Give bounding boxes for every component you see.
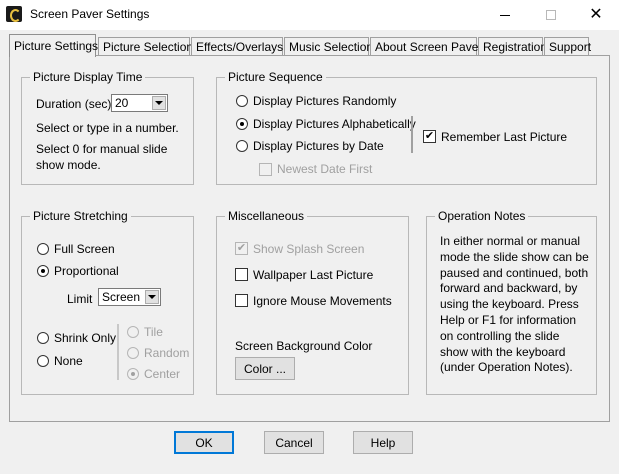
show-splash-screen-label: Show Splash Screen <box>253 242 365 256</box>
check-mark-icon: ✔ <box>236 242 247 254</box>
close-button[interactable]: ✕ <box>573 0 619 30</box>
wallpaper-last-picture-label[interactable]: Wallpaper Last Picture <box>253 268 373 282</box>
screen-background-color-label: Screen Background Color <box>235 339 373 353</box>
newest-date-first-checkbox <box>259 163 272 176</box>
duration-value: 20 <box>115 96 129 110</box>
wallpaper-last-picture-checkbox[interactable] <box>235 268 248 281</box>
help-button[interactable]: Help <box>353 431 413 454</box>
radio-full-screen[interactable] <box>37 243 49 255</box>
group-title: Miscellaneous <box>225 209 308 223</box>
radio-tile-label: Tile <box>144 325 163 339</box>
ignore-mouse-movements-checkbox[interactable] <box>235 294 248 307</box>
operation-notes-text: In either normal or manual mode the slid… <box>440 234 589 375</box>
maximize-button <box>528 0 574 30</box>
minimize-icon <box>500 14 510 16</box>
tab-support[interactable]: Support <box>544 37 591 56</box>
radio-by-date-label[interactable]: Display Pictures by Date <box>253 139 384 153</box>
chevron-down-icon[interactable] <box>152 96 166 110</box>
radio-proportional[interactable] <box>37 265 49 277</box>
tab-registration[interactable]: Registration <box>478 37 547 56</box>
group-title: Picture Display Time <box>30 70 146 84</box>
check-mark-icon: ✔ <box>424 130 435 142</box>
screen-paver-app-icon[interactable] <box>6 6 22 22</box>
limit-value: Screen <box>102 290 141 304</box>
radio-randomly[interactable] <box>236 95 248 107</box>
remember-last-picture-checkbox[interactable]: ✔ <box>423 130 436 143</box>
radio-by-date[interactable] <box>236 140 248 152</box>
duration-hint: Select or type in a number. <box>36 121 179 135</box>
ok-button[interactable]: OK <box>174 431 234 454</box>
close-icon: ✕ <box>589 6 603 23</box>
show-splash-screen-checkbox: ✔ <box>235 242 248 255</box>
radio-full-screen-label[interactable]: Full Screen <box>54 242 115 256</box>
limit-combo[interactable]: Screen <box>98 288 161 306</box>
chevron-down-icon[interactable] <box>145 290 159 304</box>
radio-random-label: Random <box>144 346 190 360</box>
radio-alphabetically[interactable] <box>236 118 248 130</box>
limit-label: Limit <box>67 292 93 306</box>
duration-combo[interactable]: 20 <box>111 94 168 112</box>
group-title: Picture Sequence <box>225 70 326 84</box>
newest-date-first-label: Newest Date First <box>277 162 373 176</box>
radio-tile <box>127 326 139 338</box>
tab-picture-settings[interactable]: Picture Settings <box>9 34 98 57</box>
divider <box>411 116 413 153</box>
window-title: Screen Paver Settings <box>30 7 150 21</box>
radio-shrink-only-label[interactable]: Shrink Only <box>54 331 116 345</box>
divider <box>117 324 119 380</box>
tab-picture-selection[interactable]: Picture Selection <box>98 37 193 56</box>
radio-random <box>127 347 139 359</box>
radio-center <box>127 368 139 380</box>
tab-music-selection[interactable]: Music Selection <box>284 37 373 56</box>
radio-proportional-label[interactable]: Proportional <box>54 264 119 278</box>
manual-mode-hint-line2: show mode. <box>36 158 101 172</box>
radio-center-label: Center <box>144 367 181 381</box>
ignore-mouse-movements-label[interactable]: Ignore Mouse Movements <box>253 294 392 308</box>
duration-label: Duration (sec) <box>36 97 112 111</box>
radio-none[interactable] <box>37 355 49 367</box>
minimize-button[interactable] <box>482 0 528 30</box>
radio-randomly-label[interactable]: Display Pictures Randomly <box>253 94 396 108</box>
group-title: Picture Stretching <box>30 209 131 223</box>
title-bar: Screen Paver Settings ✕ <box>0 0 619 30</box>
cancel-button[interactable]: Cancel <box>264 431 324 454</box>
radio-none-label[interactable]: None <box>54 354 83 368</box>
radio-alphabetically-label[interactable]: Display Pictures Alphabetically <box>253 117 416 131</box>
radio-shrink-only[interactable] <box>37 332 49 344</box>
group-title: Operation Notes <box>435 209 529 223</box>
remember-last-picture-label[interactable]: Remember Last Picture <box>441 130 567 144</box>
maximize-icon <box>546 10 556 20</box>
manual-mode-hint-line1: Select 0 for manual slide <box>36 142 168 156</box>
tab-effects-overlays[interactable]: Effects/Overlays <box>191 37 283 56</box>
tab-about-screen-paver[interactable]: About Screen Paver <box>370 37 482 56</box>
color-button[interactable]: Color ... <box>235 357 295 380</box>
